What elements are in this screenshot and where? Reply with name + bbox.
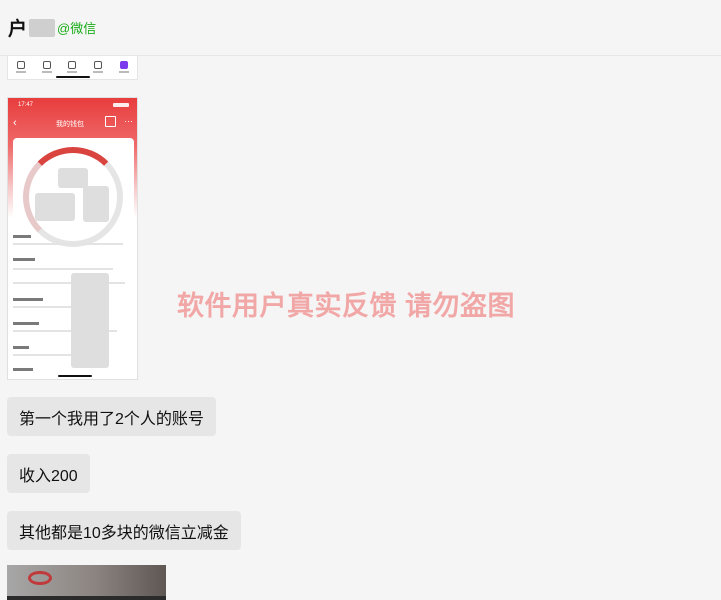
- wechat-suffix: @微信: [57, 21, 97, 36]
- asset-card: [13, 138, 134, 247]
- redacted-name: [29, 18, 56, 37]
- message-bubble[interactable]: 收入200: [7, 454, 90, 493]
- status-time: 17:47: [18, 102, 34, 108]
- list-row-title: [13, 368, 33, 371]
- list-row-title: [13, 298, 43, 301]
- redacted-block: [83, 186, 109, 222]
- nav-home-icon: [15, 61, 26, 73]
- section-label: [13, 258, 35, 261]
- list-row-title: [13, 346, 29, 349]
- status-icons: [113, 103, 129, 107]
- nav-wallet-icon: [41, 61, 52, 73]
- screenshot-image-wallet[interactable]: 17:47 ‹ 我的钱包 ···: [7, 97, 138, 380]
- home-indicator: [56, 76, 90, 78]
- photo-bottom-bar: [7, 596, 166, 600]
- screenshot-image-top[interactable]: [7, 56, 138, 80]
- nav-life-icon: [67, 61, 78, 73]
- contact-name[interactable]: 户: [8, 14, 27, 41]
- redacted-amount: [58, 168, 88, 188]
- home-indicator: [58, 375, 92, 377]
- wallet-title: 我的钱包: [56, 121, 84, 128]
- redacted-block: [71, 273, 109, 368]
- nav-me-icon: [119, 61, 130, 73]
- nav-service-icon: [93, 61, 104, 73]
- asset-row: [13, 243, 123, 245]
- redacted-block: [35, 193, 75, 221]
- red-decoration: [28, 571, 52, 585]
- list-row: [13, 268, 113, 270]
- calendar-icon: [105, 116, 116, 127]
- asset-label: [13, 235, 31, 238]
- message-bubble[interactable]: 第一个我用了2个人的账号: [7, 397, 216, 436]
- photo-thumbnail[interactable]: [7, 565, 166, 600]
- more-icon: ···: [124, 116, 133, 126]
- list-row-title: [13, 322, 39, 325]
- back-icon: ‹: [13, 117, 17, 129]
- chat-header: 户 @微信: [0, 0, 721, 56]
- message-bubble[interactable]: 其他都是10多块的微信立减金: [7, 511, 241, 550]
- watermark-text: 软件用户真实反馈 请勿盗图: [177, 291, 516, 321]
